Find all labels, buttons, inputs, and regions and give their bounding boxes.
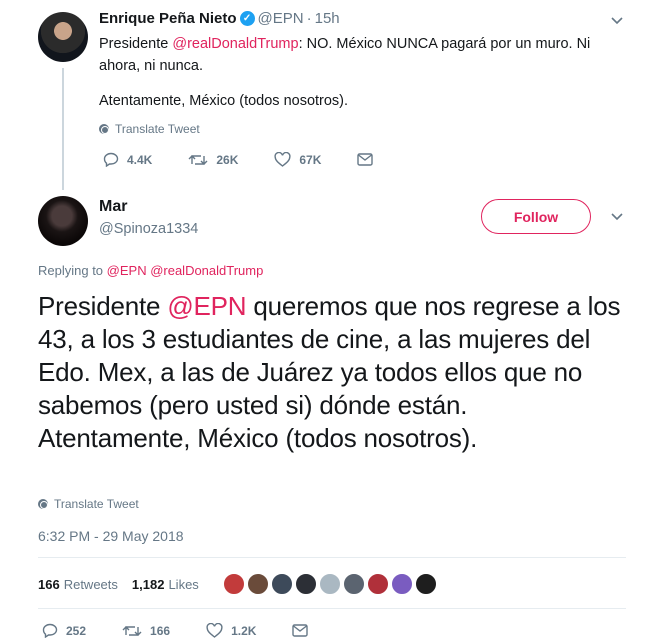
liker-avatars [222, 573, 439, 595]
heart-icon [274, 152, 291, 167]
liker-avatar[interactable] [294, 573, 317, 595]
tweet-text: Presidente @EPN queremos que nos regrese… [38, 290, 638, 455]
retweet-button[interactable]: 166 [122, 624, 170, 638]
translate-tweet-link[interactable]: Translate Tweet [99, 122, 200, 136]
like-count: 1.2K [231, 623, 257, 638]
engagement-stats: 166 Retweets 1,182 Likes [38, 573, 439, 595]
tweet-signature: Atentamente, México (todos nosotros). [38, 423, 478, 453]
retweet-stat-label: Retweets [63, 576, 118, 592]
verified-badge-icon: ✓ [239, 11, 255, 26]
replying-prefix: Replying to [38, 263, 107, 278]
retweet-count: 26K [216, 152, 239, 167]
liker-avatar[interactable] [390, 573, 413, 595]
like-stat[interactable]: 1,182 Likes [132, 577, 199, 592]
tweet-header: Enrique Peña Nieto ✓ @EPN · 15h [99, 10, 340, 27]
liker-avatar[interactable] [318, 573, 341, 595]
liker-avatar[interactable] [414, 573, 437, 595]
follow-button[interactable]: Follow [481, 199, 591, 234]
author-handle[interactable]: @EPN [258, 10, 304, 27]
mention-link[interactable]: @realDonaldTrump [172, 36, 298, 52]
separator-dot: · [306, 10, 312, 27]
tweet-text-prefix: Presidente [99, 36, 173, 52]
author-handle[interactable]: @Spinoza1334 [99, 221, 198, 237]
message-icon [357, 153, 374, 166]
tweet-epn: Enrique Peña Nieto ✓ @EPN · 15h Presiden… [38, 0, 638, 190]
avatar[interactable] [38, 12, 88, 62]
reply-count: 4.4K [127, 152, 153, 167]
retweet-stat[interactable]: 166 Retweets [38, 577, 118, 592]
like-stat-label: Likes [168, 576, 199, 592]
globe-icon [38, 499, 48, 509]
like-stat-count: 1,182 [131, 576, 165, 592]
liker-avatar[interactable] [342, 573, 365, 595]
tweet-timestamp[interactable]: 6:32 PM - 29 May 2018 [38, 528, 184, 544]
retweet-count: 166 [150, 623, 171, 638]
retweet-icon [188, 154, 208, 165]
retweet-stat-count: 166 [38, 576, 60, 592]
like-count: 67K [299, 152, 322, 167]
reply-icon [42, 623, 58, 638]
tweet-mar: Mar @Spinoza1334 Follow Replying to @EPN… [38, 190, 638, 643]
tweet-signature: Atentamente, México (todos nosotros). [99, 93, 349, 109]
tweet-text: Presidente @realDonaldTrump: NO. México … [99, 33, 609, 77]
direct-message-button[interactable] [357, 153, 381, 166]
heart-icon [206, 623, 223, 638]
avatar[interactable] [38, 196, 88, 246]
liker-avatar[interactable] [270, 573, 293, 595]
tweet-text-prefix: Presidente [38, 291, 168, 321]
translate-label: Translate Tweet [115, 122, 200, 136]
replying-to: Replying to @EPN @realDonaldTrump [38, 263, 263, 278]
divider [38, 557, 626, 558]
reply-icon [103, 152, 119, 167]
mention-link[interactable]: @EPN [167, 291, 246, 321]
liker-avatar[interactable] [366, 573, 389, 595]
globe-icon [99, 124, 109, 134]
translate-tweet-link[interactable]: Translate Tweet [38, 497, 139, 511]
reply-button[interactable]: 252 [42, 623, 86, 638]
chevron-down-icon[interactable] [610, 16, 624, 26]
liker-avatar[interactable] [246, 573, 269, 595]
reply-count: 252 [66, 623, 87, 638]
author-name[interactable]: Mar [99, 198, 127, 216]
direct-message-button[interactable] [292, 624, 316, 637]
reply-button[interactable]: 4.4K [103, 152, 152, 167]
message-icon [292, 624, 309, 637]
tweet-time[interactable]: 15h [315, 10, 340, 27]
liker-avatar[interactable] [222, 573, 245, 595]
tweet-actions: 4.4K 26K 67K [103, 152, 417, 167]
replying-mentions[interactable]: @EPN @realDonaldTrump [107, 263, 264, 278]
chevron-down-icon[interactable] [610, 212, 624, 222]
author-name[interactable]: Enrique Peña Nieto [99, 10, 237, 27]
thread-connector [62, 68, 64, 190]
tweet-actions: 252 166 1.2K [42, 623, 352, 638]
retweet-button[interactable]: 26K [188, 153, 238, 167]
like-button[interactable]: 1.2K [206, 623, 256, 638]
translate-label: Translate Tweet [54, 497, 139, 511]
retweet-icon [122, 625, 142, 636]
divider [38, 608, 626, 609]
like-button[interactable]: 67K [274, 152, 321, 167]
